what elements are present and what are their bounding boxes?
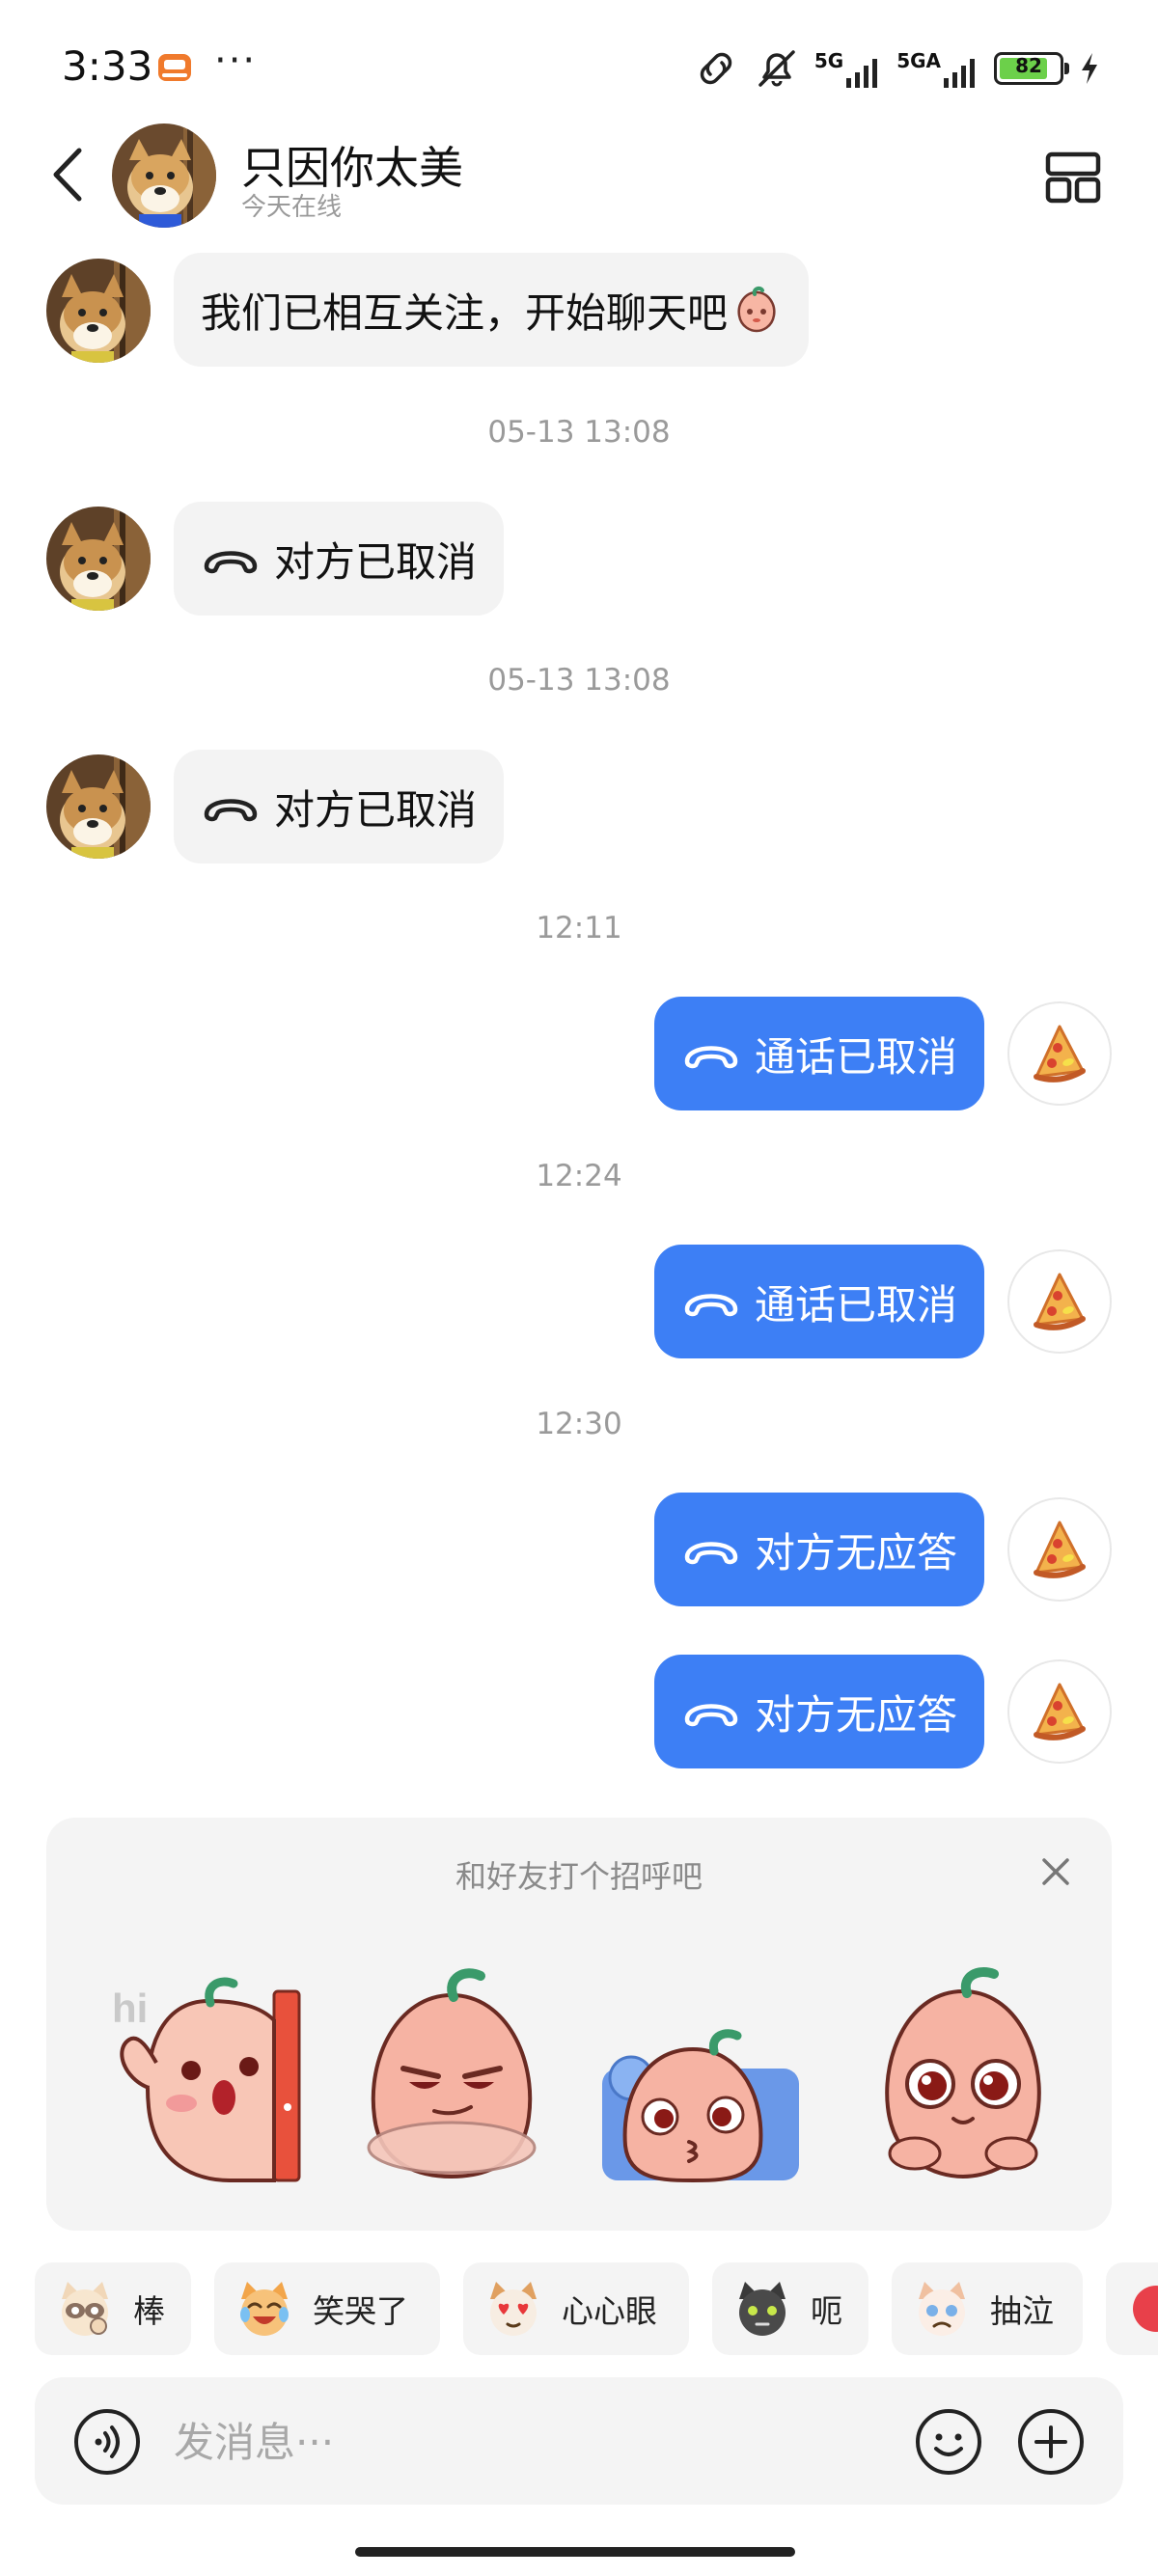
quick-reply-chip[interactable]: 呃 [712, 2262, 868, 2355]
close-icon[interactable] [1036, 1852, 1075, 1891]
phone-hangup-icon [681, 1532, 741, 1567]
back-arrow-icon[interactable] [42, 145, 93, 205]
battery-icon: 82 [994, 52, 1069, 85]
contact-avatar-message[interactable] [46, 259, 151, 363]
network-label-2: 5GA [896, 49, 941, 72]
cat-laughing-emoji [240, 2282, 289, 2336]
pizza-avatar-icon [1019, 1261, 1100, 1342]
signal-5g-icon: 5G [814, 49, 881, 88]
message-timestamp: 05-13 13:08 [487, 415, 671, 450]
chat-header: 只因你太美 今天在线 [0, 116, 1158, 233]
message-input-bar [35, 2377, 1123, 2505]
peach-emoji [737, 286, 776, 333]
peach-smug-sticker[interactable] [345, 1962, 558, 2184]
charging-bolt-icon [1082, 53, 1097, 84]
call-record-bubble-sent[interactable]: 通话已取消 [653, 997, 984, 1110]
status-more-dots: ··· [214, 39, 258, 83]
quick-reply-label: 笑哭了 [313, 2292, 408, 2330]
phone-hangup-icon [201, 789, 261, 824]
my-avatar[interactable] [1007, 1497, 1112, 1602]
cat-heart-eyes-emoji [490, 2282, 537, 2336]
message-input[interactable] [174, 2410, 907, 2474]
more-emoji [1133, 2286, 1158, 2332]
quick-reply-label: 心心眼 [562, 2292, 657, 2330]
message-text: 我们已相互关注，开始聊天吧 [201, 288, 729, 337]
greeting-sticker-card: 和好友打个招呼吧 hi [46, 1818, 1112, 2231]
status-bar: 3:33 ··· 5G 5GA 82 [0, 0, 1158, 125]
status-time: 3:33 [62, 42, 153, 90]
message-timestamp: 05-13 13:08 [487, 663, 671, 698]
message-timestamp: 12:11 [536, 911, 622, 945]
call-record-bubble-sent[interactable]: 对方无应答 [653, 1493, 984, 1606]
quick-reply-chip[interactable]: 抽泣 [892, 2262, 1083, 2355]
call-record-bubble-sent[interactable]: 通话已取消 [653, 1245, 984, 1358]
home-indicator[interactable] [355, 2547, 795, 2557]
sticker-hi-text: hi [112, 1986, 148, 2031]
phone-hangup-icon [201, 541, 261, 576]
contact-online-status: 今天在线 [241, 193, 343, 222]
pizza-avatar-icon [1019, 1013, 1100, 1094]
contact-avatar-message[interactable] [46, 754, 151, 859]
network-label-1: 5G [813, 49, 844, 72]
emoji-icon[interactable] [915, 2408, 982, 2476]
my-avatar[interactable] [1007, 1249, 1112, 1354]
mute-bell-icon [758, 50, 795, 87]
call-record-text: 通话已取消 [754, 1280, 957, 1329]
my-avatar[interactable] [1007, 1001, 1112, 1106]
phone-hangup-icon [681, 1036, 741, 1071]
call-record-text: 对方无应答 [754, 1690, 957, 1739]
call-record-text: 对方已取消 [274, 785, 478, 834]
status-indicators: 5G 5GA 82 [693, 46, 1100, 91]
call-record-bubble-received[interactable]: 对方已取消 [174, 502, 505, 616]
quick-reply-chip-partial[interactable] [1106, 2262, 1158, 2355]
peach-hi-sticker[interactable]: hi [104, 1962, 317, 2184]
message-bubble-received[interactable]: 我们已相互关注，开始聊天吧 [174, 253, 810, 367]
app-notification-icon [158, 54, 191, 81]
call-record-text: 对方已取消 [274, 537, 478, 586]
battery-level: 82 [1015, 54, 1042, 77]
quick-reply-row: 棒 笑哭了 心心眼 呃 抽泣 [35, 2262, 1158, 2355]
greeting-title: 和好友打个招呼吧 [455, 1858, 703, 1895]
chat-settings-grid-icon[interactable] [1044, 149, 1102, 206]
call-record-text: 对方无应答 [754, 1528, 957, 1576]
raccoon-emoji [62, 2282, 108, 2336]
call-record-bubble-sent[interactable]: 对方无应答 [653, 1655, 984, 1768]
signal-5ga-icon: 5GA [896, 49, 979, 88]
quick-reply-chip[interactable]: 心心眼 [463, 2262, 689, 2355]
message-timestamp: 12:24 [536, 1159, 622, 1193]
quick-reply-label: 呃 [811, 2292, 842, 2330]
call-record-text: 通话已取消 [754, 1032, 957, 1081]
quick-reply-chip[interactable]: 棒 [35, 2262, 191, 2355]
cat-crying-emoji [919, 2282, 965, 2336]
quick-reply-chip[interactable]: 笑哭了 [214, 2262, 440, 2355]
quick-reply-label: 抽泣 [990, 2292, 1054, 2330]
contact-avatar[interactable] [112, 123, 216, 228]
pizza-avatar-icon [1019, 1671, 1100, 1752]
pizza-avatar-icon [1019, 1509, 1100, 1590]
peach-cute-sticker[interactable] [857, 1962, 1069, 2184]
phone-hangup-icon [681, 1694, 741, 1729]
voice-input-icon[interactable] [73, 2408, 141, 2476]
call-record-bubble-received[interactable]: 对方已取消 [174, 750, 505, 863]
contact-avatar-message[interactable] [46, 507, 151, 611]
message-timestamp: 12:30 [536, 1407, 622, 1441]
add-attachment-icon[interactable] [1017, 2408, 1085, 2476]
quick-reply-label: 棒 [133, 2292, 165, 2330]
black-cat-emoji [739, 2282, 786, 2336]
my-avatar[interactable] [1007, 1659, 1112, 1764]
hotspot-link-icon [700, 52, 732, 85]
peach-kiss-sticker[interactable] [587, 1962, 799, 2184]
phone-hangup-icon [681, 1284, 741, 1319]
